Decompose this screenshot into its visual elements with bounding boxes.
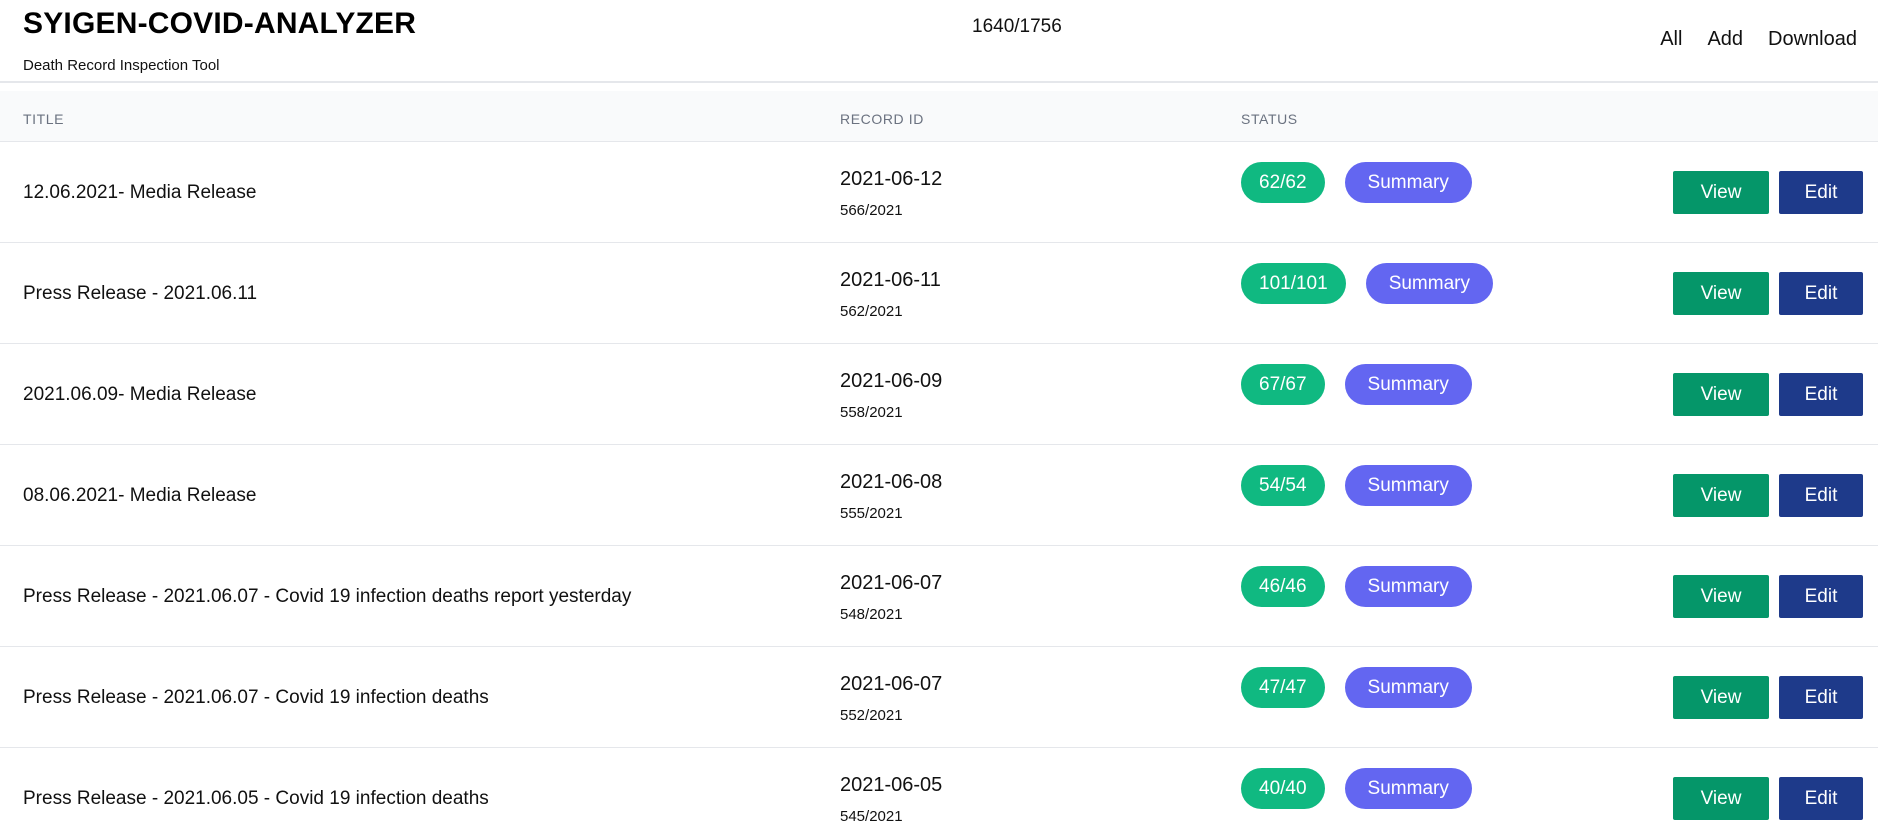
- row-title: Press Release - 2021.06.07 - Covid 19 in…: [23, 687, 489, 708]
- table-header: TITLE RECORD ID STATUS: [0, 91, 1878, 142]
- row-actions: View Edit: [1673, 676, 1863, 719]
- summary-button[interactable]: Summary: [1344, 162, 1472, 203]
- nav-add-link[interactable]: Add: [1707, 28, 1743, 51]
- edit-button[interactable]: Edit: [1779, 676, 1863, 719]
- row-record-id: 548/2021: [840, 606, 903, 623]
- table-row: Press Release - 2021.06.07 - Covid 19 in…: [0, 546, 1878, 647]
- row-date: 2021-06-11: [840, 269, 941, 291]
- row-status: 62/62 Summary: [1241, 162, 1472, 203]
- row-status: 54/54 Summary: [1241, 465, 1472, 506]
- summary-button[interactable]: Summary: [1344, 364, 1472, 405]
- summary-button[interactable]: Summary: [1344, 566, 1472, 607]
- table-row: 12.06.2021- Media Release 2021-06-12 566…: [0, 142, 1878, 243]
- row-status: 101/101 Summary: [1241, 263, 1493, 304]
- edit-button[interactable]: Edit: [1779, 171, 1863, 214]
- table-row: Press Release - 2021.06.07 - Covid 19 in…: [0, 647, 1878, 748]
- row-status: 67/67 Summary: [1241, 364, 1472, 405]
- app-header: SYIGEN-COVID-ANALYZER Death Record Inspe…: [0, 0, 1878, 83]
- row-actions: View Edit: [1673, 777, 1863, 820]
- table-row: Press Release - 2021.06.11 2021-06-11 56…: [0, 243, 1878, 344]
- view-button[interactable]: View: [1673, 777, 1769, 820]
- row-actions: View Edit: [1673, 373, 1863, 416]
- edit-button[interactable]: Edit: [1779, 777, 1863, 820]
- view-button[interactable]: View: [1673, 171, 1769, 214]
- row-title: Press Release - 2021.06.07 - Covid 19 in…: [23, 586, 632, 607]
- count-badge[interactable]: 62/62: [1241, 162, 1325, 203]
- count-badge[interactable]: 40/40: [1241, 768, 1325, 809]
- column-header-status: STATUS: [1241, 111, 1298, 127]
- top-nav: All Add Download: [1660, 28, 1857, 51]
- summary-button[interactable]: Summary: [1365, 263, 1493, 304]
- view-button[interactable]: View: [1673, 575, 1769, 618]
- edit-button[interactable]: Edit: [1779, 272, 1863, 315]
- row-status: 47/47 Summary: [1241, 667, 1472, 708]
- row-date: 2021-06-05: [840, 774, 943, 796]
- row-status: 40/40 Summary: [1241, 768, 1472, 809]
- count-badge[interactable]: 46/46: [1241, 566, 1325, 607]
- count-badge[interactable]: 47/47: [1241, 667, 1325, 708]
- row-record-id: 545/2021: [840, 808, 903, 825]
- row-actions: View Edit: [1673, 272, 1863, 315]
- row-date: 2021-06-08: [840, 471, 943, 493]
- row-record-id: 566/2021: [840, 202, 903, 219]
- row-record-id: 562/2021: [840, 303, 903, 320]
- edit-button[interactable]: Edit: [1779, 373, 1863, 416]
- row-status: 46/46 Summary: [1241, 566, 1472, 607]
- nav-download-link[interactable]: Download: [1768, 28, 1857, 51]
- record-counter: 1640/1756: [972, 16, 1062, 37]
- row-date: 2021-06-07: [840, 572, 943, 594]
- row-record-id: 555/2021: [840, 505, 903, 522]
- app-subtitle: Death Record Inspection Tool: [23, 57, 220, 74]
- row-title: 08.06.2021- Media Release: [23, 485, 257, 506]
- header-spacer: [0, 83, 1878, 91]
- view-button[interactable]: View: [1673, 676, 1769, 719]
- summary-button[interactable]: Summary: [1344, 465, 1472, 506]
- summary-button[interactable]: Summary: [1344, 768, 1472, 809]
- row-title: Press Release - 2021.06.05 - Covid 19 in…: [23, 788, 489, 809]
- row-title: 2021.06.09- Media Release: [23, 384, 257, 405]
- row-title: 12.06.2021- Media Release: [23, 182, 257, 203]
- count-badge[interactable]: 54/54: [1241, 465, 1325, 506]
- row-actions: View Edit: [1673, 575, 1863, 618]
- row-date: 2021-06-09: [840, 370, 943, 392]
- app-title: SYIGEN-COVID-ANALYZER: [23, 7, 417, 40]
- column-header-title: TITLE: [23, 111, 65, 127]
- count-badge[interactable]: 101/101: [1241, 263, 1346, 304]
- view-button[interactable]: View: [1673, 272, 1769, 315]
- edit-button[interactable]: Edit: [1779, 474, 1863, 517]
- brand: SYIGEN-COVID-ANALYZER Death Record Inspe…: [23, 7, 417, 75]
- table-row: Press Release - 2021.06.05 - Covid 19 in…: [0, 748, 1878, 834]
- row-date: 2021-06-12: [840, 168, 943, 190]
- nav-all-link[interactable]: All: [1660, 28, 1682, 51]
- table-row: 08.06.2021- Media Release 2021-06-08 555…: [0, 445, 1878, 546]
- row-date: 2021-06-07: [840, 673, 943, 695]
- row-title: Press Release - 2021.06.11: [23, 283, 258, 304]
- view-button[interactable]: View: [1673, 373, 1769, 416]
- column-header-record-id: RECORD ID: [840, 111, 924, 127]
- table-row: 2021.06.09- Media Release 2021-06-09 558…: [0, 344, 1878, 445]
- row-record-id: 552/2021: [840, 707, 903, 724]
- count-badge[interactable]: 67/67: [1241, 364, 1325, 405]
- table-body: 12.06.2021- Media Release 2021-06-12 566…: [0, 142, 1878, 834]
- row-actions: View Edit: [1673, 171, 1863, 214]
- row-actions: View Edit: [1673, 474, 1863, 517]
- summary-button[interactable]: Summary: [1344, 667, 1472, 708]
- row-record-id: 558/2021: [840, 404, 903, 421]
- edit-button[interactable]: Edit: [1779, 575, 1863, 618]
- view-button[interactable]: View: [1673, 474, 1769, 517]
